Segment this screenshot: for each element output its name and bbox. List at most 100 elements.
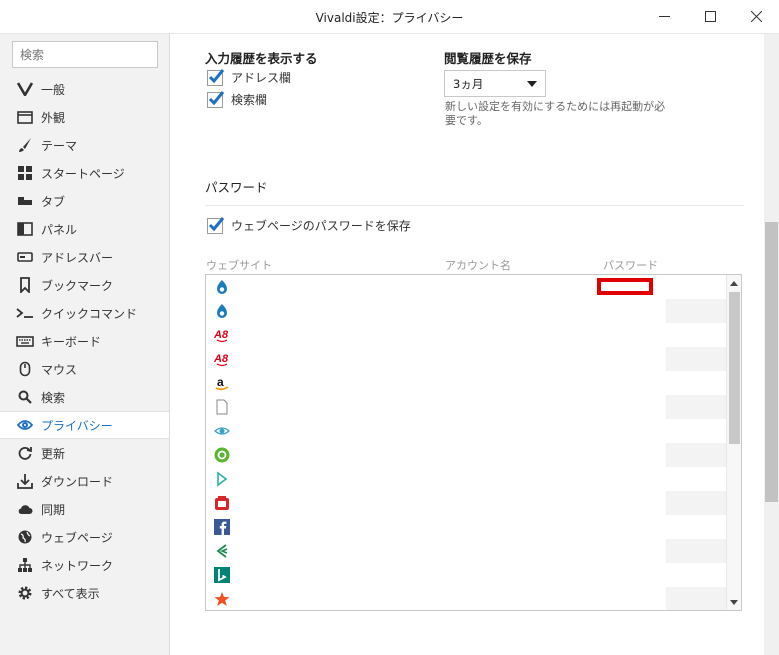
title-bar: Vivaldi設定：プライバシー	[0, 0, 779, 34]
eye-circle-favicon-icon	[214, 423, 230, 439]
page-scrollbar-thumb[interactable]	[765, 222, 778, 502]
minimize-button[interactable]	[641, 0, 687, 33]
sidebar-item-address-bar[interactable]: アドレスバー	[0, 243, 169, 271]
bing-favicon-icon	[214, 567, 230, 583]
sidebar-item-tabs[interactable]: タブ	[0, 187, 169, 215]
column-header-account[interactable]: アカウント名	[445, 257, 511, 273]
sidebar-item-privacy[interactable]: プライバシー	[0, 411, 169, 439]
password-section-title: パスワード	[205, 180, 268, 195]
sidebar-item-downloads[interactable]: ダウンロード	[0, 467, 169, 495]
sidebar-item-label: クイックコマンド	[41, 306, 138, 321]
table-row[interactable]: A8	[206, 323, 666, 347]
history-section-title: 入力履歴を表示する	[205, 51, 318, 66]
save-passwords-label: ウェブページのパスワードを保存	[231, 219, 411, 233]
sidebar-item-mouse[interactable]: マウス	[0, 355, 169, 383]
d-logo-favicon-icon	[214, 471, 230, 487]
sidebar-item-label: 更新	[41, 446, 66, 461]
dropdown-arrow-icon	[527, 81, 537, 87]
table-row[interactable]	[206, 539, 726, 563]
table-row[interactable]	[206, 587, 726, 610]
table-row[interactable]	[206, 563, 666, 587]
table-row[interactable]	[206, 491, 726, 515]
refresh-icon	[16, 444, 34, 462]
sidebar-item-start-page[interactable]: スタートページ	[0, 159, 169, 187]
password-cell	[666, 395, 726, 419]
sidebar-item-quick-commands[interactable]: クイックコマンド	[0, 299, 169, 327]
quick-command-icon	[16, 304, 34, 322]
column-header-password[interactable]: パスワード	[603, 257, 658, 273]
history-duration-select[interactable]: 3ヵ月	[444, 70, 546, 97]
svg-text:A8: A8	[214, 329, 229, 341]
page-scrollbar[interactable]	[764, 34, 779, 655]
panel-icon	[16, 220, 34, 238]
table-scrollbar-thumb[interactable]	[729, 292, 740, 444]
sidebar-item-webpages[interactable]: ウェブページ	[0, 523, 169, 551]
save-passwords-checkbox[interactable]	[207, 216, 225, 234]
address-field-label: アドレス欄	[231, 71, 292, 85]
network-icon	[16, 556, 34, 574]
address-field-checkbox-row[interactable]: アドレス欄	[207, 68, 292, 86]
mouse-icon	[16, 360, 34, 378]
search-field-checkbox[interactable]	[207, 90, 225, 108]
a8-favicon-icon: A8	[214, 351, 230, 367]
address-bar-icon	[16, 248, 34, 266]
address-field-checkbox[interactable]	[207, 68, 225, 86]
sidebar-item-network[interactable]: ネットワーク	[0, 551, 169, 579]
column-header-website[interactable]: ウェブサイト	[206, 257, 272, 273]
checkmark-icon	[208, 216, 225, 231]
close-button[interactable]	[733, 0, 779, 33]
search-field-checkbox-row[interactable]: 検索欄	[207, 90, 267, 108]
password-cell	[666, 347, 726, 371]
svg-text:a: a	[217, 375, 224, 389]
password-cell	[666, 323, 726, 347]
sidebar-item-label: 一般	[41, 82, 66, 97]
table-scrollbar[interactable]	[726, 275, 741, 610]
sidebar-item-updates[interactable]: 更新	[0, 439, 169, 467]
green-circle-favicon-icon	[214, 447, 230, 463]
password-highlight-box	[597, 278, 653, 295]
password-cell	[666, 443, 726, 467]
settings-search-input[interactable]	[12, 41, 158, 68]
scroll-up-arrow-icon[interactable]	[730, 281, 738, 286]
saved-passwords-table: A8 A8 a	[205, 274, 742, 611]
table-row[interactable]	[206, 443, 726, 467]
sidebar-item-label: ダウンロード	[41, 474, 114, 489]
table-row[interactable]: a	[206, 371, 666, 395]
table-row[interactable]	[206, 395, 726, 419]
sidebar-item-appearance[interactable]: 外観	[0, 103, 169, 131]
sidebar-item-sync[interactable]: 同期	[0, 495, 169, 523]
sidebar-item-label: ウェブページ	[41, 530, 113, 545]
password-cell	[666, 467, 726, 491]
settings-sidebar: 一般 外観 テーマ スタートページ タブ パネル アドレスバー ブックマーク	[0, 34, 170, 655]
scroll-down-arrow-icon[interactable]	[730, 600, 738, 605]
save-passwords-checkbox-row[interactable]: ウェブページのパスワードを保存	[207, 216, 411, 234]
download-icon	[16, 472, 34, 490]
maximize-button[interactable]	[687, 0, 733, 33]
sidebar-item-keyboard[interactable]: キーボード	[0, 327, 169, 355]
sidebar-item-panels[interactable]: パネル	[0, 215, 169, 243]
checkmark-icon	[208, 90, 225, 105]
green-arrow-favicon-icon	[214, 543, 230, 559]
sidebar-item-show-all[interactable]: すべて表示	[0, 579, 169, 607]
password-cell	[666, 419, 726, 443]
sidebar-item-general[interactable]: 一般	[0, 75, 169, 103]
close-icon	[750, 11, 762, 22]
eye-icon	[16, 416, 34, 434]
maximize-icon	[704, 11, 716, 22]
vivaldi-logo-icon	[16, 80, 34, 98]
sidebar-item-search[interactable]: 検索	[0, 383, 169, 411]
settings-nav: 一般 外観 テーマ スタートページ タブ パネル アドレスバー ブックマーク ク…	[0, 75, 169, 607]
sidebar-item-bookmarks[interactable]: ブックマーク	[0, 271, 169, 299]
sidebar-item-theme[interactable]: テーマ	[0, 131, 169, 159]
table-row[interactable]	[206, 419, 666, 443]
save-history-title: 閲覧履歴を保存	[444, 51, 532, 66]
table-row[interactable]	[206, 515, 666, 539]
table-row[interactable]	[206, 299, 726, 323]
table-row[interactable]: A8	[206, 347, 726, 371]
cloud-icon	[16, 500, 34, 518]
search-icon	[16, 388, 34, 406]
password-cell	[666, 371, 726, 395]
password-cell	[666, 563, 726, 587]
password-cell	[666, 539, 726, 563]
table-row[interactable]	[206, 467, 666, 491]
